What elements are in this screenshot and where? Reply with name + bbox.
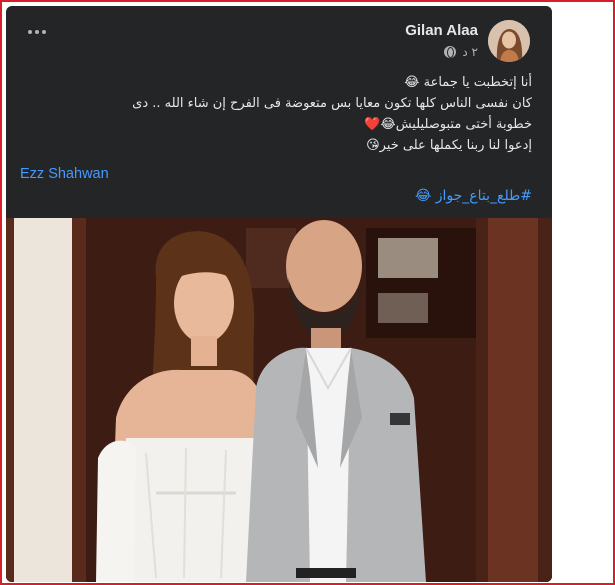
more-dot [28, 30, 32, 34]
post-line: خطوبة أختى متبوصليليش😂❤️ [364, 117, 532, 132]
hashtag-link[interactable]: #طلع_بتاع_جواز 😂 [415, 188, 532, 204]
more-options-icon[interactable] [28, 30, 46, 34]
post-line: أنا إتخطبت يا جماعة 😂 [404, 75, 532, 90]
more-dot [42, 30, 46, 34]
author-avatar[interactable] [488, 20, 530, 62]
screenshot-frame: Gilan Alaa ٢ د أنا إتخطبت يا جماعة 😂 كان… [0, 0, 615, 585]
avatar-image [488, 20, 530, 62]
author-name[interactable]: Gilan Alaa [405, 22, 478, 39]
post-time[interactable]: ٢ د [462, 45, 478, 59]
tagged-user-link[interactable]: Ezz Shahwan [20, 166, 109, 182]
facebook-post-card: Gilan Alaa ٢ د أنا إتخطبت يا جماعة 😂 كان… [6, 6, 552, 582]
more-dot [35, 30, 39, 34]
post-photo[interactable] [6, 218, 552, 582]
post-meta: ٢ د [444, 45, 478, 59]
couple-photo-illustration [6, 218, 552, 582]
post-line: إدعوا لنا ربنا يكملها على خير😘 [366, 138, 532, 153]
globe-icon[interactable] [444, 46, 457, 58]
post-line: كان نفسى الناس كلها تكون معايا بس متعوضة… [132, 96, 532, 111]
post-text: أنا إتخطبت يا جماعة 😂 كان نفسى الناس كله… [22, 72, 532, 156]
